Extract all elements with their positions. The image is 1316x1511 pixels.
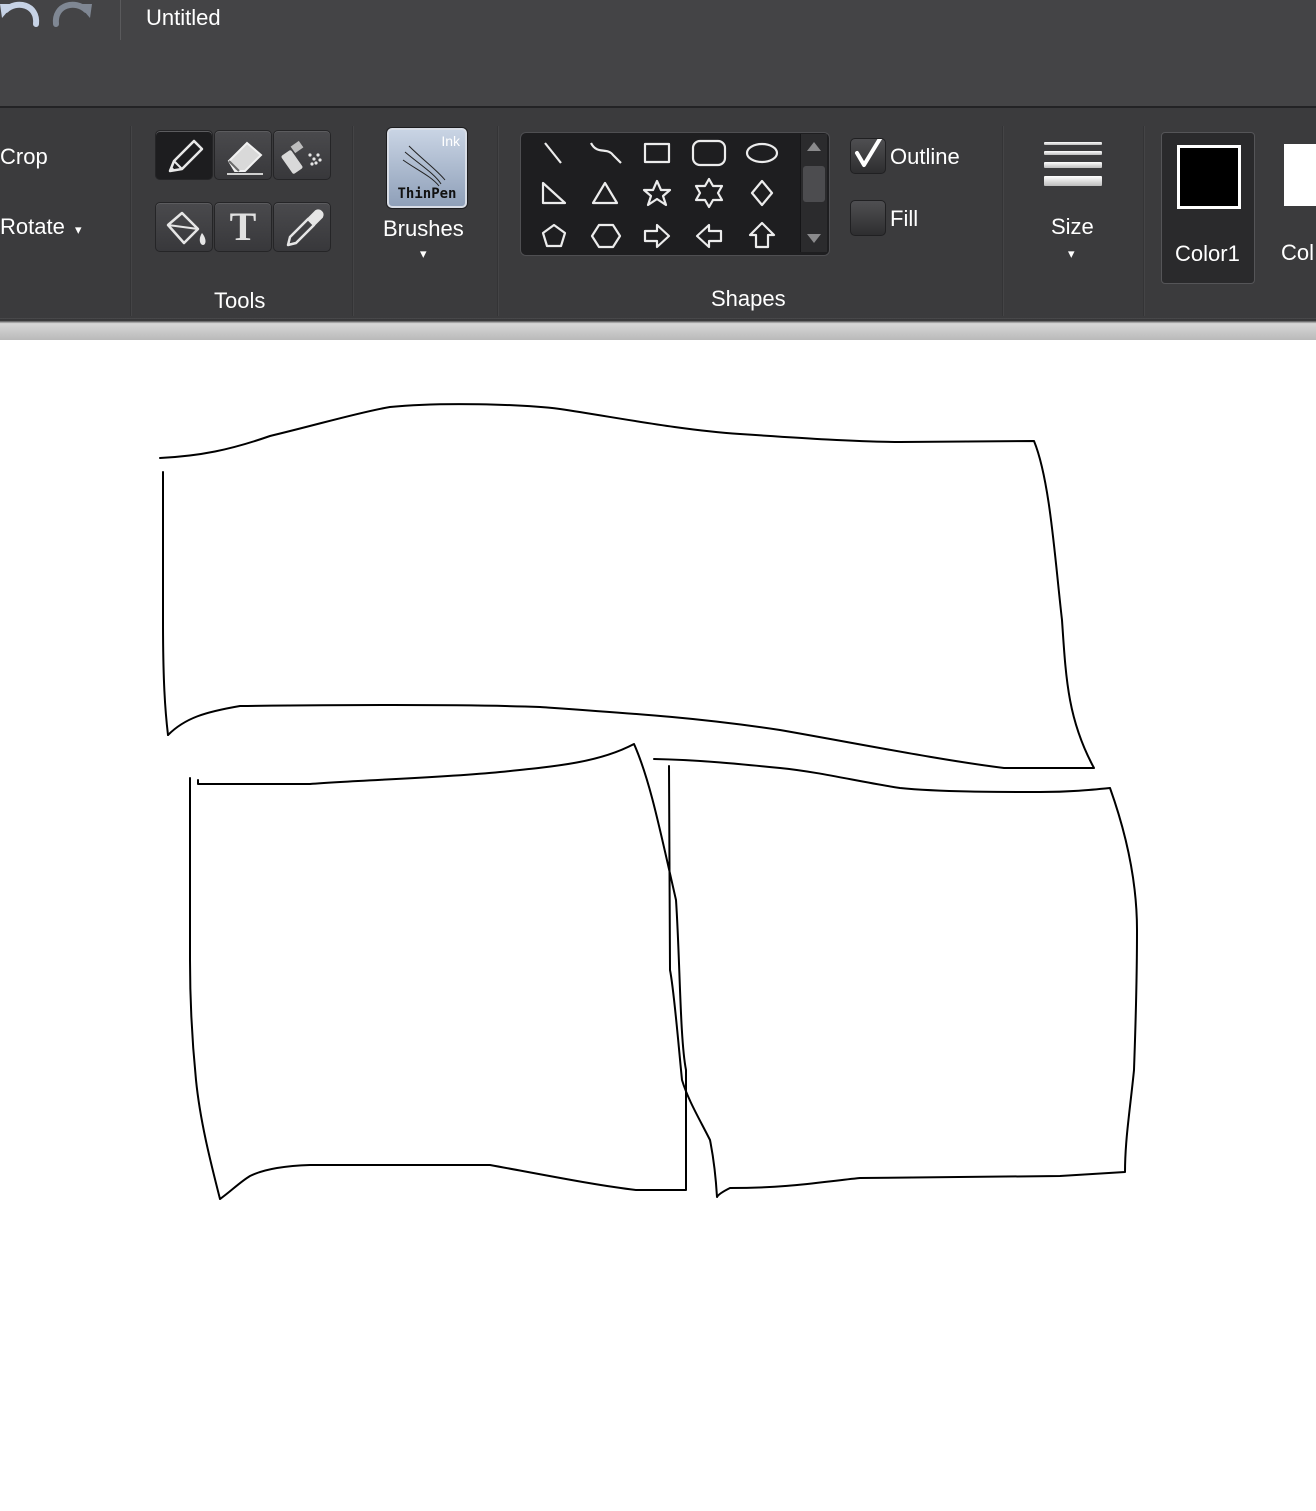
tools-group-label: Tools — [214, 288, 266, 313]
fill-tool-button[interactable] — [155, 202, 213, 252]
arrow-left-shape-icon[interactable] — [695, 223, 723, 249]
group-separator — [130, 126, 132, 316]
brushes-dropdown-icon[interactable]: ▾ — [420, 246, 427, 262]
color1-label: Color1 — [1175, 241, 1240, 266]
shapes-group-label: Shapes — [711, 286, 786, 311]
hexagon-shape-icon[interactable] — [590, 223, 622, 249]
fill-checkbox[interactable] — [850, 200, 886, 236]
ribbon-toolbar: Crop Rotate ▾ T Tools Ink ThinPen Brushe… — [0, 106, 1316, 320]
document-title: Untitled — [146, 5, 221, 30]
pencil-icon — [168, 139, 204, 173]
pentagon-shape-icon[interactable] — [541, 223, 567, 248]
triangle-shape-icon[interactable] — [591, 181, 619, 205]
canvas-drawing — [159, 403, 1138, 1200]
size-lines-icon[interactable] — [1044, 142, 1104, 194]
rotate-label: Rotate — [0, 214, 65, 239]
rectangle-shape-icon[interactable] — [643, 142, 671, 164]
size-dropdown-icon[interactable]: ▾ — [1068, 246, 1075, 262]
brushes-button[interactable]: Ink ThinPen — [387, 128, 467, 208]
diamond-shape-icon[interactable] — [750, 179, 774, 207]
rounded-rectangle-shape-icon[interactable] — [691, 139, 727, 167]
freehand-stroke — [159, 403, 1095, 769]
color-picker-tool-button[interactable] — [273, 202, 331, 252]
freehand-stroke — [162, 471, 169, 736]
freehand-stroke — [653, 758, 1138, 1198]
text-icon: T — [229, 204, 257, 249]
shapes-gallery — [520, 132, 830, 256]
shapes-gallery-icons — [541, 139, 779, 249]
brush-thinpen-label: ThinPen — [397, 186, 457, 202]
redo-arrow-icon[interactable] — [48, 0, 92, 38]
eraser-icon — [227, 141, 263, 175]
color1-swatch — [1177, 145, 1241, 209]
title-separator — [120, 0, 121, 40]
freehand-stroke — [189, 743, 687, 1200]
color1-button[interactable]: Color1 — [1161, 132, 1255, 284]
airbrush-tool-button[interactable] — [273, 130, 331, 180]
size-label[interactable]: Size — [1051, 214, 1094, 240]
fill-label[interactable]: Fill — [890, 206, 918, 232]
arrow-up-shape-icon[interactable] — [748, 221, 776, 249]
text-tool-button[interactable]: T — [214, 202, 272, 252]
group-separator — [352, 126, 354, 316]
line-shape-icon[interactable] — [544, 142, 562, 164]
group-separator — [497, 126, 499, 316]
drawing-canvas[interactable] — [0, 340, 1316, 1506]
star-6-shape-icon[interactable] — [694, 177, 724, 209]
title-bar: Untitled — [0, 0, 1316, 106]
undo-arrow-icon[interactable] — [0, 0, 44, 38]
outline-label[interactable]: Outline — [890, 144, 960, 170]
rotate-button[interactable]: Rotate ▾ — [0, 214, 81, 240]
ellipse-shape-icon[interactable] — [745, 142, 779, 164]
rotate-dropdown-icon: ▾ — [74, 222, 82, 237]
eraser-tool-button[interactable] — [214, 130, 272, 180]
arrow-right-shape-icon[interactable] — [643, 223, 671, 249]
pencil-tool-button[interactable] — [155, 130, 213, 180]
airbrush-icon — [281, 140, 322, 174]
brushes-label[interactable]: Brushes — [383, 216, 464, 242]
outline-checkbox[interactable] — [850, 135, 886, 174]
group-separator — [1002, 126, 1004, 316]
color2-swatch[interactable] — [1284, 144, 1316, 206]
star-5-shape-icon[interactable] — [642, 179, 672, 207]
curve-shape-icon[interactable] — [590, 142, 622, 164]
crop-button[interactable]: Crop — [0, 144, 48, 170]
right-triangle-shape-icon[interactable] — [541, 181, 567, 205]
group-separator — [1143, 126, 1145, 316]
shapes-scrollbar[interactable] — [800, 134, 827, 252]
scroll-arrows-icon — [803, 142, 825, 243]
ribbon-bottom-edge — [0, 318, 1316, 340]
checkmark-icon — [855, 135, 883, 167]
color2-label[interactable]: Col — [1281, 240, 1314, 266]
eyedropper-icon — [286, 209, 324, 247]
paint-bucket-icon — [166, 211, 206, 245]
